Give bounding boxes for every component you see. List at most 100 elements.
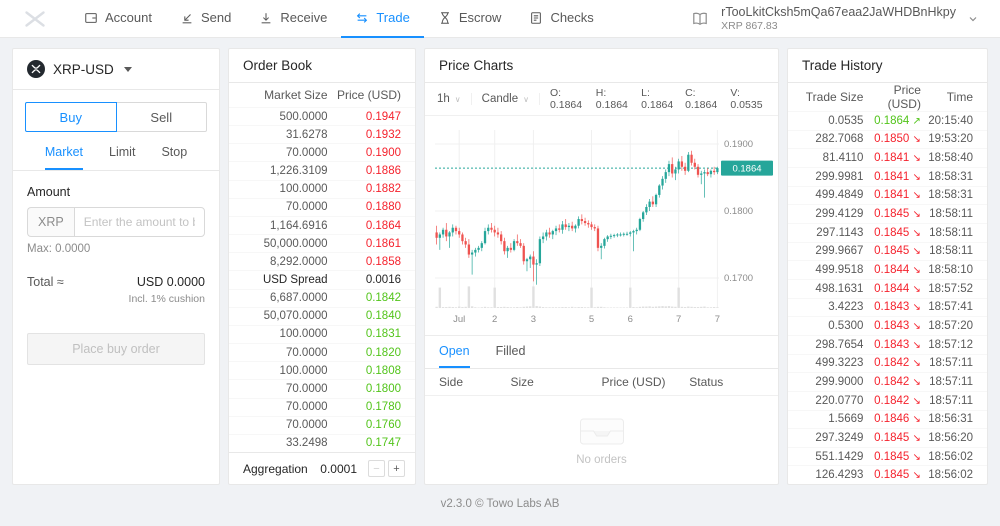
order-book-row[interactable]: 100.0000 0.1808 [229,361,415,379]
caret-down-icon [123,66,132,72]
trade-history-row: 551.1429 0.1845 ↘ 18:56:02 [788,446,987,466]
tab-market[interactable]: Market [44,145,84,170]
low-value: L: 0.1864 [641,87,674,111]
amount-input[interactable] [73,207,205,237]
order-type-tabs: Market Limit Stop [13,132,219,171]
wallet-selector[interactable]: rTooLkitCksh5mQa67eaa2JaWHDBnHkpy XRP 86… [691,5,978,32]
tab-limit[interactable]: Limit [109,145,135,170]
high-value: H: 0.1864 [595,87,628,111]
order-book-row[interactable]: 500.0000 0.1947 [229,107,415,125]
down-right-arrow-icon: ↘ [912,265,921,277]
empty-inbox-icon [579,418,624,445]
tab-filled-orders[interactable]: Filled [496,344,526,368]
nav-item-trade[interactable]: Trade [341,0,424,38]
column-header: Size [510,375,534,389]
svg-text:0.1864: 0.1864 [732,163,761,174]
svg-text:3: 3 [531,314,536,325]
nav-item-account[interactable]: Account [70,0,166,38]
chart-toolbar: 1h ∨ Candle ∨ O: 0.1864 H: 0.1864 L: 0.1… [425,83,778,116]
svg-text:7: 7 [676,314,681,325]
trade-history-row: 499.4849 0.1841 ↘ 18:58:31 [788,185,987,205]
nav-item-send[interactable]: Send [166,0,245,38]
nav-item-checks[interactable]: Checks [515,0,607,38]
down-right-arrow-icon: ↘ [912,377,921,389]
down-right-arrow-icon: ↘ [912,414,921,426]
trade-history-header: Trade Size Price (USD) Time [788,83,987,111]
aggregation-row: Aggregation 0.0001 − + [229,452,415,484]
column-header: Trade Size [805,90,864,104]
order-book-row[interactable]: 1,164.6916 0.1864 [229,215,415,234]
svg-text:0.1900: 0.1900 [724,139,753,150]
aggregation-decrease-button[interactable]: − [368,460,385,477]
order-book-row[interactable]: 6,687.0000 0.1842 [229,288,415,307]
spread-row: USD Spread 0.0016 [229,270,415,288]
order-book-row[interactable]: 70.0000 0.1880 [229,197,415,216]
order-book-row[interactable]: 33.2498 0.1747 [229,433,415,452]
candlestick-chart[interactable]: 0.1900 0.1800 0.1700 Jul 2 3 5 6 7 7 0.1864 [425,116,778,335]
main-content: XRP-USD Buy Sell Market Limit Stop Amoun… [0,38,1000,485]
chart-type-value: Candle [481,93,519,105]
order-book-row[interactable]: 70.0000 0.1780 [229,397,415,416]
escrow-icon [440,11,449,24]
svg-text:0.1700: 0.1700 [724,273,753,284]
column-header: Price (USD) [601,375,666,389]
order-book-row[interactable]: 50,070.0000 0.1840 [229,306,415,325]
chart-type-select[interactable]: Candle ∨ [482,93,540,105]
trade-history-row: 220.0770 0.1842 ↘ 18:57:11 [788,390,987,410]
nav-item-escrow[interactable]: Escrow [424,0,516,38]
total-value: USD 0.0000 [136,275,205,289]
nav-item-label: Trade [376,10,410,25]
trade-history-row: 299.9981 0.1841 ↘ 18:58:31 [788,166,987,186]
order-book-row[interactable]: 70.0000 0.1800 [229,379,415,397]
trade-history-row: 299.4129 0.1845 ↘ 18:58:11 [788,204,987,223]
trade-history-title: Trade History [788,49,987,83]
trade-history-rows: 0.0535 0.1864 ↗ 20:15:40 282.7068 0.1850 ↘ 19… [788,111,987,484]
aggregation-increase-button[interactable]: + [388,460,405,477]
interval-select[interactable]: 1h ∨ [437,93,472,105]
column-header: Time [946,90,973,104]
nav-item-receive[interactable]: Receive [245,0,341,38]
order-book-title: Order Book [229,49,415,83]
svg-text:7: 7 [715,314,720,325]
order-book-row[interactable]: 31.6278 0.1932 [229,125,415,143]
interval-value: 1h [437,93,450,105]
pair-selector[interactable]: XRP-USD [13,49,219,90]
svg-text:0.1800: 0.1800 [724,206,753,217]
down-right-arrow-icon: ↘ [912,451,921,463]
column-header: Price (USD) [336,88,401,102]
order-book-row[interactable]: 100.0000 0.1831 [229,324,415,343]
max-note: Max: 0.0000 [27,243,91,255]
app-footer: v2.3.0 © Towo Labs AB [440,498,560,510]
place-buy-order-button[interactable]: Place buy order [27,333,205,365]
tab-open-orders[interactable]: Open [439,344,470,368]
checks-icon [531,11,542,24]
order-book-row[interactable]: 70.0000 0.1760 [229,415,415,434]
trade-history-row: 81.4110 0.1841 ↘ 18:58:40 [788,148,987,167]
order-book-row[interactable]: 70.0000 0.1820 [229,343,415,361]
order-book-row[interactable]: 70.0000 0.1900 [229,143,415,161]
sell-button[interactable]: Sell [115,102,207,132]
buy-button[interactable]: Buy [25,102,117,132]
down-right-arrow-icon: ↘ [912,470,921,482]
order-book-row[interactable]: 100.0000 0.1882 [229,179,415,198]
order-book-row[interactable]: 1,226.3109 0.1886 [229,161,415,179]
down-right-arrow-icon: ↘ [912,209,921,221]
trade-history-row: 126.4293 0.1845 ↘ 18:56:02 [788,465,987,484]
down-right-arrow-icon: ↘ [912,246,921,258]
chevron-down-icon: ∨ [523,94,529,104]
trade-icon [357,12,368,23]
empty-text: No orders [576,454,627,466]
down-right-arrow-icon: ↘ [912,283,921,295]
order-book-panel: Order Book Market Size Price (USD) 500.0… [228,48,416,485]
trade-history-row: 297.3249 0.1845 ↘ 18:56:20 [788,428,987,447]
chevron-down-icon [969,16,977,21]
order-book-row[interactable]: 8,292.0000 0.1858 [229,252,415,270]
nav-item-label: Checks [550,10,594,25]
no-orders-empty-state: No orders [425,396,778,484]
nav-item-label: Account [105,10,152,25]
down-right-arrow-icon: ↘ [912,134,921,146]
send-icon [182,13,192,23]
order-book-row[interactable]: 50,000.0000 0.1861 [229,234,415,252]
brand-logo[interactable] [22,8,48,30]
tab-stop[interactable]: Stop [161,145,187,170]
